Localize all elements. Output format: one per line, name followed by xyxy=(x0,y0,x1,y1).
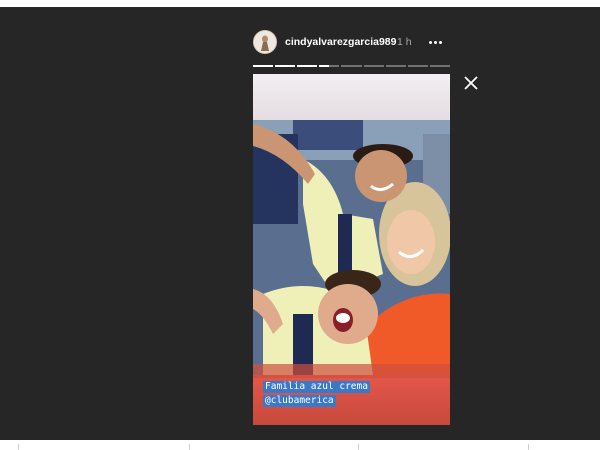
progress-segment-fill xyxy=(275,65,296,67)
progress-segment xyxy=(253,65,274,67)
close-button[interactable] xyxy=(462,74,480,92)
progress-segment xyxy=(363,65,384,67)
progress-segment xyxy=(341,65,362,67)
progress-segment xyxy=(407,65,428,67)
username-link[interactable]: cindyalvarezgarcia989 xyxy=(285,36,397,48)
story-media[interactable]: Familia azul crema @clubamerica xyxy=(253,74,450,425)
avatar[interactable] xyxy=(253,30,277,54)
story-progress-bar xyxy=(253,65,450,67)
page: cindyalvarezgarcia989 1 h Familia azul c… xyxy=(0,0,600,450)
progress-segment xyxy=(297,65,318,67)
divider-tick xyxy=(189,444,190,450)
more-options-button[interactable] xyxy=(425,32,445,52)
progress-segment xyxy=(319,65,340,67)
progress-segment xyxy=(429,65,450,67)
progress-segment-fill xyxy=(319,65,330,67)
progress-segment-fill xyxy=(253,65,274,67)
bottom-strip xyxy=(0,440,600,450)
story-photo xyxy=(253,74,450,425)
close-icon xyxy=(464,76,478,90)
mention-tag[interactable]: @clubamerica xyxy=(263,395,336,407)
story-caption: Familia azul crema xyxy=(263,381,370,393)
more-options-icon xyxy=(438,40,442,44)
more-options-icon xyxy=(433,40,437,44)
timestamp: 1 h xyxy=(397,36,412,48)
story-header: cindyalvarezgarcia989 1 h xyxy=(253,30,450,56)
divider-tick xyxy=(528,444,529,450)
divider-tick xyxy=(18,444,19,450)
progress-segment xyxy=(385,65,406,67)
avatar-image xyxy=(254,31,276,53)
progress-segment-fill xyxy=(297,65,318,67)
divider-tick xyxy=(358,444,359,450)
progress-segment xyxy=(275,65,296,67)
more-options-icon xyxy=(428,40,432,44)
